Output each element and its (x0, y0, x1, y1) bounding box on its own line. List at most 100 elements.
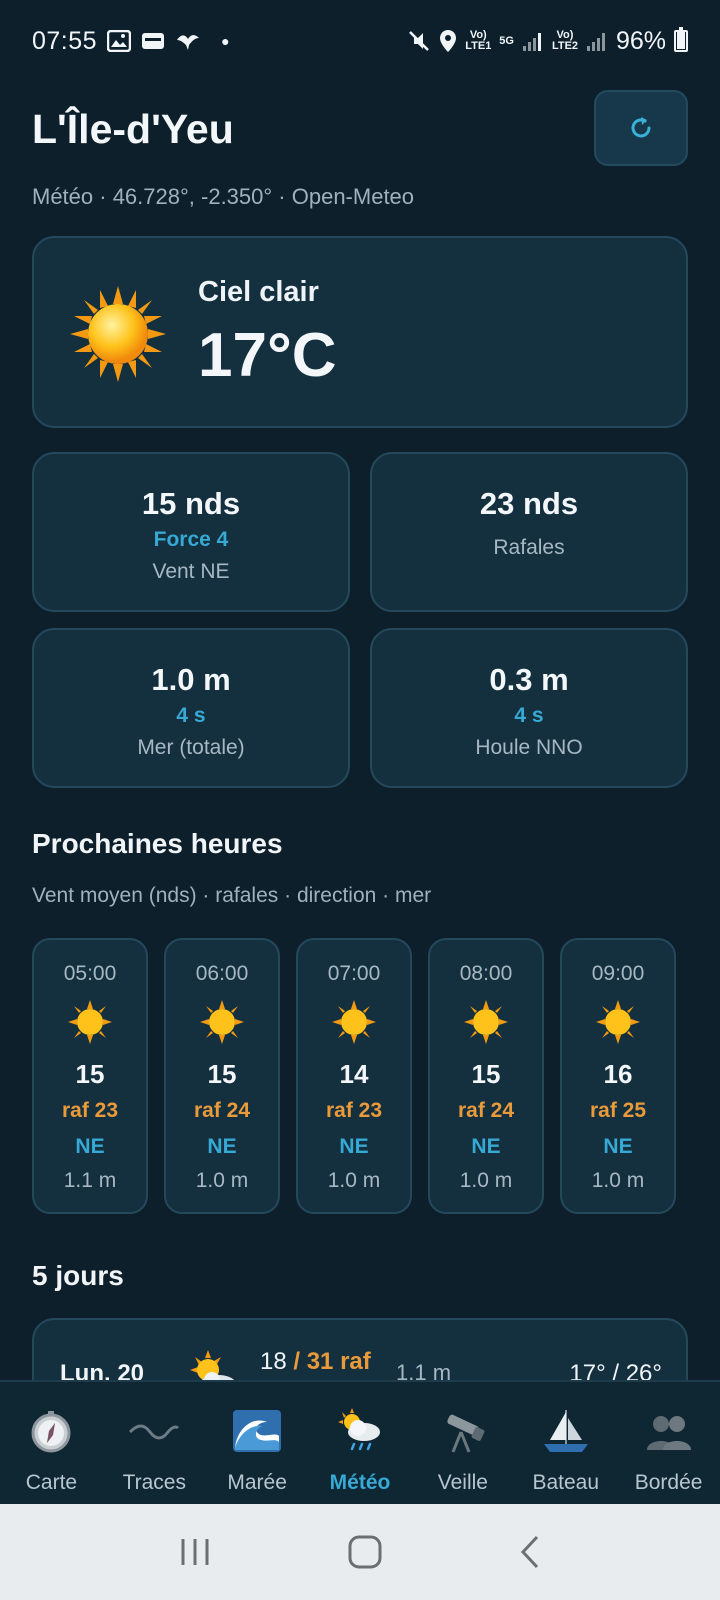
sea-label: Mer (totale) (137, 736, 245, 759)
compass-icon (31, 1411, 71, 1453)
nav-label: Bateau (532, 1471, 599, 1494)
sun-icon (200, 1000, 244, 1044)
status-system-icons: Vo) LTE1 5G Vo) LTE2 96% (407, 27, 688, 56)
current-temperature: 17°C (198, 321, 337, 390)
crew-icon (646, 1416, 691, 1450)
hour-sea: 1.0 m (327, 1169, 381, 1192)
5g-indicator: 5G (499, 34, 514, 47)
wind-tile: 15 nds Force 4 Vent NE (32, 452, 350, 612)
day-gust: / 31 raf (293, 1348, 371, 1375)
hour-card[interactable]: 09:00 16 raf 25 NE 1.0 m (560, 938, 676, 1214)
battery-percent: 96% (615, 26, 666, 55)
swell-height: 0.3 m (489, 662, 569, 697)
battery-icon (674, 27, 688, 52)
sun-icon (332, 1000, 376, 1044)
nav-bateau[interactable]: Bateau (514, 1382, 617, 1504)
nav-traces[interactable]: Traces (103, 1382, 206, 1504)
notification-dot-icon: ● (221, 33, 230, 49)
hour-wind: 15 (471, 1059, 501, 1089)
hour-time: 05:00 (63, 962, 117, 985)
refresh-icon (631, 117, 651, 138)
sun-icon (68, 1000, 112, 1044)
hour-direction: NE (603, 1135, 633, 1158)
sun-icon (464, 1000, 508, 1044)
gust-label: Rafales (493, 536, 565, 559)
status-notification-icons: ● (107, 30, 230, 52)
nav-bordee[interactable]: Bordée (617, 1382, 720, 1504)
current-conditions-card: Ciel clair 17°C (32, 236, 688, 428)
swell-tile: 0.3 m 4 s Houle NNO (370, 628, 688, 788)
wave-line-icon (129, 1424, 180, 1440)
bottom-nav: Carte Traces Marée Météo Veille Bateau B… (0, 1380, 720, 1504)
back-icon[interactable] (519, 1535, 541, 1569)
page-title: L'Île-d'Yeu (32, 106, 234, 152)
sea-height: 1.0 m (151, 662, 231, 697)
weather-icon (338, 1408, 380, 1451)
hourly-list[interactable]: 05:00 15 raf 23 NE 1.1 m 06:00 15 raf 24… (32, 938, 688, 1214)
status-bar: 07:55 ● Vo) LTE1 5G Vo) LTE2 96% (0, 0, 720, 82)
wave-icon (233, 1410, 282, 1452)
hour-wind: 16 (603, 1059, 633, 1089)
sea-period: 4 s (176, 704, 206, 727)
hour-card[interactable]: 05:00 15 raf 23 NE 1.1 m (32, 938, 148, 1214)
hour-sea: 1.1 m (63, 1169, 117, 1192)
hourly-title: Prochaines heures (32, 828, 283, 859)
nav-label: Météo (329, 1471, 391, 1494)
mute-icon (409, 31, 430, 51)
home-icon[interactable] (348, 1535, 382, 1569)
gallery-icon (107, 30, 132, 52)
hour-gust: raf 25 (589, 1099, 647, 1122)
nav-meteo[interactable]: Météo (309, 1382, 412, 1504)
day-wind-value: 18 (260, 1348, 287, 1375)
nav-label: Marée (227, 1471, 287, 1494)
hour-card[interactable]: 06:00 15 raf 24 NE 1.0 m (164, 938, 280, 1214)
hour-time: 08:00 (459, 962, 513, 985)
nav-maree[interactable]: Marée (206, 1382, 309, 1504)
hour-gust: raf 23 (325, 1099, 383, 1122)
nav-label: Bordée (634, 1471, 703, 1494)
gust-tile: 23 nds Rafales (370, 452, 688, 612)
signal-2-icon (586, 33, 605, 51)
location-icon (440, 30, 457, 52)
hour-card[interactable]: 08:00 15 raf 24 NE 1.0 m (428, 938, 544, 1214)
wind-speed: 15 nds (141, 486, 241, 521)
lte1-indicator: Vo) LTE1 (465, 29, 492, 52)
swell-label: Houle NNO (475, 736, 583, 759)
nav-label: Veille (437, 1471, 488, 1494)
hourly-subtitle: Vent moyen (nds) · rafales · direction ·… (32, 884, 432, 907)
header: L'Île-d'Yeu (32, 88, 688, 178)
hour-wind: 15 (207, 1059, 237, 1089)
status-time: 07:55 (32, 26, 98, 55)
telescope-icon (447, 1414, 485, 1453)
sun-icon (70, 286, 166, 382)
nav-carte[interactable]: Carte (0, 1382, 103, 1504)
bird-icon (177, 35, 200, 50)
hour-gust: raf 24 (193, 1099, 251, 1122)
wallet-icon (142, 33, 165, 49)
location-subtitle: Météo · 46.728°, -2.350° · Open-Meteo (32, 184, 415, 209)
hour-direction: NE (339, 1135, 369, 1158)
wind-force: Force 4 (153, 528, 229, 551)
hour-direction: NE (207, 1135, 237, 1158)
refresh-button[interactable] (594, 90, 688, 166)
sea-tile: 1.0 m 4 s Mer (totale) (32, 628, 350, 788)
nav-veille[interactable]: Veille (411, 1382, 514, 1504)
hour-time: 07:00 (327, 962, 381, 985)
sailboat-icon (543, 1410, 588, 1452)
swell-period: 4 s (514, 704, 544, 727)
hour-wind: 15 (75, 1059, 105, 1089)
signal-1-icon (522, 33, 541, 51)
hour-sea: 1.0 m (591, 1169, 645, 1192)
gust-speed: 23 nds (479, 486, 579, 521)
hour-card[interactable]: 07:00 14 raf 23 NE 1.0 m (296, 938, 412, 1214)
nav-label: Carte (25, 1471, 78, 1494)
hour-direction: NE (471, 1135, 501, 1158)
hour-direction: NE (75, 1135, 105, 1158)
days-title: 5 jours (32, 1260, 124, 1291)
current-condition: Ciel clair (198, 276, 319, 308)
day-wind: 18 / 31 raf (260, 1348, 371, 1376)
lte2-indicator: Vo) LTE2 (551, 29, 579, 52)
hour-time: 06:00 (195, 962, 249, 985)
hour-gust: raf 23 (61, 1099, 119, 1122)
recent-apps-icon[interactable] (179, 1537, 211, 1567)
